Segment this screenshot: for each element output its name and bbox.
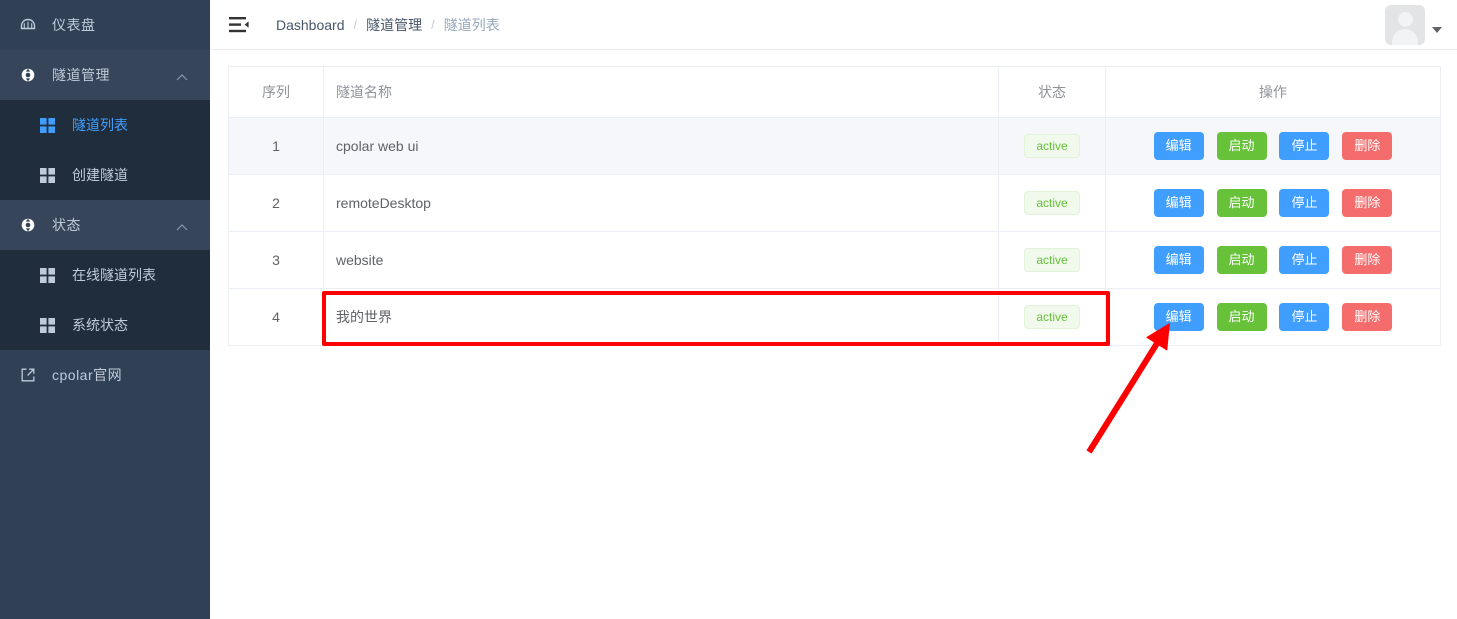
- dashboard-icon: [20, 17, 44, 33]
- stop-button[interactable]: 停止: [1279, 302, 1330, 332]
- main-area: Dashboard / 隧道管理 / 隧道列表 序列 隧道名称 状态 操作 1 …: [210, 0, 1457, 619]
- sidebar: 仪表盘 隧道管理 隧道列表 创建隧道 状态 在线隧道列表 系统状态 cpolar…: [0, 0, 210, 619]
- sidebar-group-status[interactable]: 状态: [0, 200, 210, 250]
- sidebar-item-label: cpolar官网: [52, 367, 123, 383]
- sidebar-item-label: 系统状态: [72, 317, 128, 333]
- app-root: 仪表盘 隧道管理 隧道列表 创建隧道 状态 在线隧道列表 系统状态 cpolar…: [0, 0, 1457, 619]
- user-avatar-icon: [1385, 4, 1425, 45]
- start-button[interactable]: 启动: [1216, 245, 1267, 275]
- grid-icon: [40, 267, 62, 283]
- sidebar-item-label: 在线隧道列表: [72, 267, 156, 283]
- cell-status: active: [998, 288, 1106, 346]
- cell-name: 我的世界: [323, 288, 999, 346]
- start-button[interactable]: 启动: [1216, 131, 1267, 161]
- status-icon: [20, 217, 44, 233]
- start-button[interactable]: 启动: [1216, 188, 1267, 218]
- table-row[interactable]: 3 website active 编辑 启动 停止 删除: [228, 231, 1441, 289]
- avatar-head: [1397, 11, 1413, 27]
- delete-button[interactable]: 删除: [1342, 188, 1393, 218]
- breadcrumb-item-tunnel-list: 隧道列表: [443, 16, 500, 33]
- sidebar-item-tunnel-list[interactable]: 隧道列表: [0, 100, 210, 150]
- stop-button[interactable]: 停止: [1279, 188, 1330, 218]
- cell-actions: 编辑 启动 停止 删除: [1105, 288, 1441, 346]
- tunnel-icon: [20, 67, 44, 83]
- table-body: 1 cpolar web ui active 编辑 启动 停止 删除 2 rem…: [228, 117, 1441, 346]
- breadcrumb-item-tunnel-management[interactable]: 隧道管理: [366, 15, 422, 35]
- cell-status: active: [998, 174, 1106, 232]
- column-header-status: 状态: [998, 66, 1106, 118]
- sidebar-item-label: 隧道列表: [72, 117, 128, 133]
- sidebar-item-system-status[interactable]: 系统状态: [0, 300, 210, 350]
- cell-actions: 编辑 启动 停止 删除: [1105, 231, 1441, 289]
- cell-seq: 1: [228, 117, 324, 175]
- delete-button[interactable]: 删除: [1342, 302, 1393, 332]
- status-badge: active: [1024, 248, 1080, 272]
- grid-icon: [40, 117, 62, 133]
- sidebar-item-label: 创建隧道: [72, 167, 128, 183]
- column-header-ops: 操作: [1105, 66, 1441, 118]
- cell-name: remoteDesktop: [323, 174, 999, 232]
- cell-name: website: [323, 231, 999, 289]
- sidebar-group-label: 隧道管理: [52, 67, 110, 83]
- status-badge: active: [1024, 191, 1080, 215]
- stop-button[interactable]: 停止: [1279, 245, 1330, 275]
- hamburger-fold-icon[interactable]: [228, 14, 250, 36]
- edit-button[interactable]: 编辑: [1153, 131, 1204, 161]
- sidebar-item-label: 仪表盘: [52, 17, 96, 33]
- chevron-up-icon: [176, 220, 188, 231]
- cell-name: cpolar web ui: [323, 117, 999, 175]
- top-navbar: Dashboard / 隧道管理 / 隧道列表: [210, 0, 1457, 50]
- edit-button[interactable]: 编辑: [1153, 302, 1204, 332]
- cell-status: active: [998, 117, 1106, 175]
- caret-down-icon[interactable]: [1432, 26, 1442, 33]
- table-row[interactable]: 1 cpolar web ui active 编辑 启动 停止 删除: [228, 117, 1441, 175]
- cell-actions: 编辑 启动 停止 删除: [1105, 117, 1441, 175]
- edit-button[interactable]: 编辑: [1153, 245, 1204, 275]
- sidebar-item-dashboard[interactable]: 仪表盘: [0, 0, 210, 50]
- edit-button[interactable]: 编辑: [1153, 188, 1204, 218]
- sidebar-item-online-tunnel-list[interactable]: 在线隧道列表: [0, 250, 210, 300]
- sidebar-submenu-tunnel-management: 隧道列表 创建隧道: [0, 100, 210, 200]
- grid-icon: [40, 317, 62, 333]
- column-header-seq: 序列: [228, 66, 324, 118]
- start-button[interactable]: 启动: [1216, 302, 1267, 332]
- sidebar-item-cpolar-website[interactable]: cpolar官网: [0, 350, 210, 400]
- cell-status: active: [998, 231, 1106, 289]
- content-area: 序列 隧道名称 状态 操作 1 cpolar web ui active 编辑 …: [210, 50, 1457, 619]
- table-row[interactable]: 2 remoteDesktop active 编辑 启动 停止 删除: [228, 174, 1441, 232]
- delete-button[interactable]: 删除: [1342, 131, 1393, 161]
- grid-icon: [40, 167, 62, 183]
- table-head: 序列 隧道名称 状态 操作: [228, 66, 1441, 118]
- cell-seq: 4: [228, 288, 324, 346]
- chevron-up-icon: [176, 70, 188, 81]
- delete-button[interactable]: 删除: [1342, 245, 1393, 275]
- column-header-name: 隧道名称: [323, 66, 999, 118]
- sidebar-item-create-tunnel[interactable]: 创建隧道: [0, 150, 210, 200]
- cell-actions: 编辑 启动 停止 删除: [1105, 174, 1441, 232]
- cell-seq: 2: [228, 174, 324, 232]
- sidebar-group-label: 状态: [52, 217, 81, 233]
- sidebar-submenu-status: 在线隧道列表 系统状态: [0, 250, 210, 350]
- breadcrumb-item-dashboard[interactable]: Dashboard: [276, 17, 345, 33]
- tunnel-table: 序列 隧道名称 状态 操作 1 cpolar web ui active 编辑 …: [228, 66, 1441, 346]
- status-badge: active: [1024, 305, 1080, 329]
- breadcrumb-separator: /: [353, 17, 358, 32]
- external-link-icon: [20, 367, 44, 383]
- table-row[interactable]: 4 我的世界 active 编辑 启动 停止 删除: [228, 288, 1441, 346]
- breadcrumb: Dashboard / 隧道管理 / 隧道列表: [276, 15, 500, 35]
- stop-button[interactable]: 停止: [1279, 131, 1330, 161]
- user-menu[interactable]: [1385, 4, 1442, 45]
- table-header-row: 序列 隧道名称 状态 操作: [228, 66, 1441, 118]
- breadcrumb-separator: /: [431, 17, 435, 32]
- sidebar-group-tunnel-management[interactable]: 隧道管理: [0, 50, 210, 100]
- status-badge: active: [1024, 134, 1080, 158]
- cell-seq: 3: [228, 231, 324, 289]
- avatar-body: [1392, 28, 1418, 45]
